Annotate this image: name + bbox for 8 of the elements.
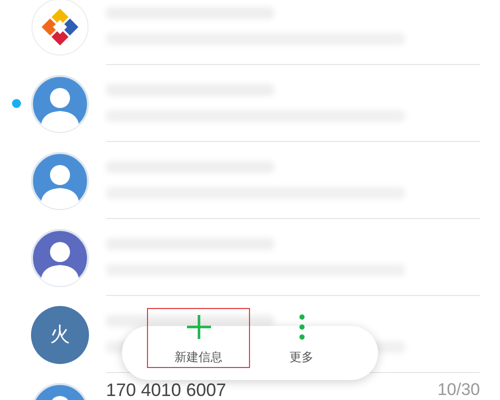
plus-icon	[186, 314, 212, 340]
more-button[interactable]: 更多	[250, 308, 353, 368]
sender-name: 170 4010 6007	[106, 381, 226, 399]
logo-icon	[31, 0, 89, 56]
message-time: 10/30	[437, 381, 480, 398]
more-icon	[298, 314, 304, 340]
letter-avatar: 火	[31, 306, 89, 364]
new-message-button[interactable]: 新建信息	[147, 308, 250, 368]
